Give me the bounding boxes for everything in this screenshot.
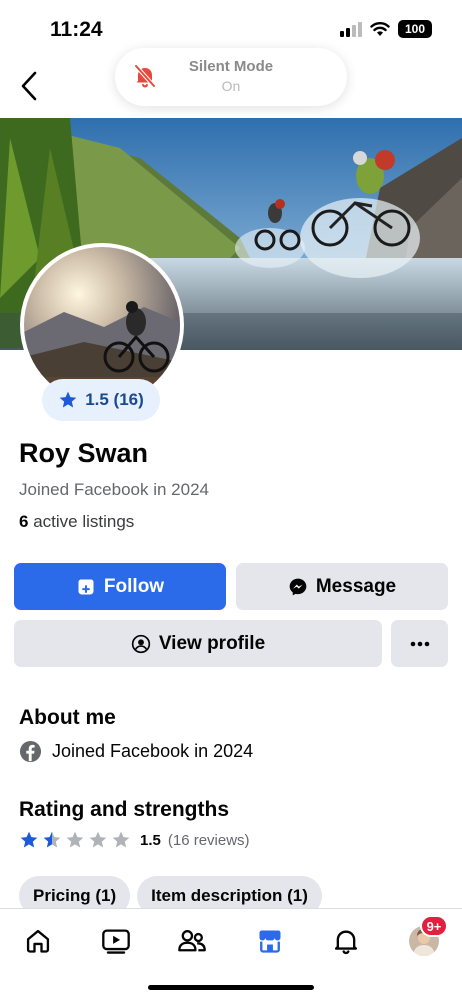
joined-date: Joined Facebook in 2024 (19, 480, 209, 499)
rating-value: 1.5 (140, 831, 161, 849)
profile-name: Roy Swan (19, 438, 149, 468)
facebook-icon (19, 740, 42, 763)
rating-badge-label: 1.5 (16) (85, 390, 144, 409)
tab-video[interactable] (96, 923, 136, 959)
tab-friends[interactable] (172, 923, 212, 959)
about-joined-text: Joined Facebook in 2024 (52, 741, 254, 761)
star-full-icon (20, 831, 38, 848)
status-icons: 100 (340, 20, 432, 38)
star-empty-icon (89, 831, 107, 848)
marketplace-follow-icon (78, 579, 94, 594)
listings-label: active listings (33, 512, 135, 531)
wifi-icon (370, 22, 390, 36)
friends-icon (178, 930, 206, 952)
follow-label: Follow (103, 575, 165, 597)
star-empty-icon (66, 831, 84, 848)
active-listings[interactable]: 6 active listings (19, 512, 134, 532)
home-icon (26, 929, 50, 953)
chevron-left-icon (21, 71, 37, 101)
video-icon (102, 929, 130, 954)
battery-indicator: 100 (398, 20, 432, 38)
rating-badge[interactable]: 1.5 (16) (42, 379, 160, 421)
rating-heading: Rating and strengths (19, 798, 230, 821)
tab-marketplace[interactable] (250, 923, 290, 959)
rating-stars-row[interactable]: 1.5 (16 reviews) (19, 830, 250, 850)
marketplace-icon (259, 930, 281, 953)
view-profile-button[interactable]: View profile (14, 620, 382, 667)
status-time: 11:24 (50, 18, 103, 41)
review-count: (16 reviews) (167, 831, 250, 849)
follow-button[interactable]: Follow (14, 563, 226, 610)
back-button[interactable] (14, 66, 44, 106)
message-button[interactable]: Message (236, 563, 448, 610)
listings-count: 6 (19, 512, 29, 531)
notification-badge: 9+ (420, 915, 448, 937)
view-profile-label: View profile (158, 632, 266, 654)
star-icon (59, 391, 77, 408)
star-half-icon (43, 831, 61, 848)
tab-notifications[interactable] (326, 923, 366, 959)
tab-home[interactable] (18, 923, 58, 959)
strength-chip-label: Item description (1) (151, 886, 308, 905)
more-options-button[interactable] (391, 620, 448, 667)
message-label: Message (315, 575, 397, 597)
home-indicator (148, 985, 314, 990)
more-dots-icon (410, 641, 429, 646)
about-joined-row: Joined Facebook in 2024 (19, 740, 253, 763)
messenger-icon (289, 578, 307, 595)
silent-mode-status: On (221, 78, 241, 94)
user-circle-icon (131, 634, 151, 653)
bell-icon (334, 930, 358, 955)
silent-mode-title: Silent Mode (188, 58, 274, 75)
cellular-signal-icon (340, 21, 362, 37)
star-empty-icon (112, 831, 130, 848)
about-me-heading: About me (19, 706, 116, 729)
silent-mode-banner: Silent Mode On (115, 48, 347, 106)
